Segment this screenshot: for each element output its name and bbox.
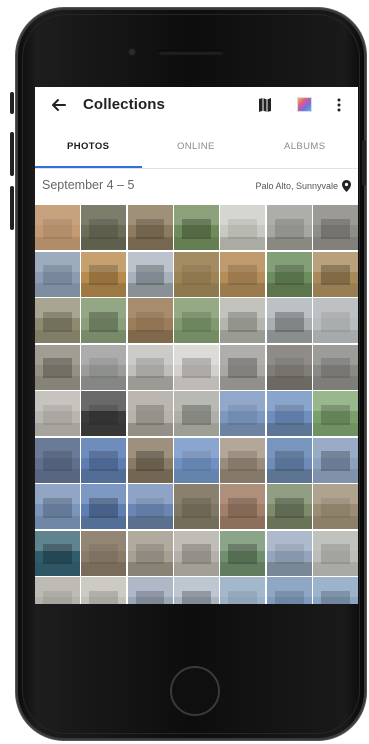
tabs-divider: [35, 168, 358, 169]
photo-thumbnail[interactable]: [266, 298, 312, 343]
location-label: Palo Alto, Sunnyvale: [255, 181, 338, 191]
photo-thumbnail[interactable]: [266, 251, 312, 297]
photo-thumbnail[interactable]: [81, 437, 127, 483]
photo-thumbnail[interactable]: [81, 484, 127, 529]
page-title: Collections: [83, 96, 165, 113]
home-button[interactable]: [170, 666, 220, 716]
app-bar: Collections: [35, 87, 358, 123]
earpiece-speaker: [158, 50, 224, 55]
photo-thumbnail[interactable]: [127, 298, 173, 343]
photo-thumbnail[interactable]: [313, 391, 358, 436]
volume-up-button: [10, 132, 14, 176]
photo-thumbnail[interactable]: [174, 251, 219, 297]
photo-thumbnail[interactable]: [127, 484, 173, 529]
photo-thumbnail[interactable]: [35, 484, 80, 529]
photo-thumbnail[interactable]: [35, 298, 80, 343]
photo-thumbnail[interactable]: [220, 577, 266, 604]
photo-thumbnail[interactable]: [81, 530, 127, 576]
tab-bar: PHOTOS ONLINE ALBUMS: [35, 133, 358, 163]
app-screen: Collections PHOTOS ONLINE ALBUMS Septemb…: [35, 87, 358, 604]
photo-thumbnail[interactable]: [220, 344, 266, 390]
photo-thumbnail[interactable]: [81, 251, 127, 297]
photo-thumbnail[interactable]: [127, 344, 173, 390]
photo-thumbnail[interactable]: [313, 577, 358, 604]
photo-thumbnail[interactable]: [313, 205, 358, 250]
volume-down-button: [10, 186, 14, 230]
photo-thumbnail[interactable]: [127, 205, 173, 250]
collection-header: September 4 – 5 Palo Alto, Sunnyvale: [35, 173, 358, 201]
photo-thumbnail[interactable]: [313, 344, 358, 390]
photo-thumbnail[interactable]: [266, 484, 312, 529]
photo-thumbnail[interactable]: [127, 437, 173, 483]
photo-thumbnail[interactable]: [266, 391, 312, 436]
tab-albums[interactable]: ALBUMS: [284, 141, 325, 152]
photo-thumbnail[interactable]: [220, 251, 266, 297]
photo-thumbnail[interactable]: [313, 251, 358, 297]
photo-thumbnail[interactable]: [127, 251, 173, 297]
tab-photos[interactable]: PHOTOS: [67, 141, 109, 152]
photo-thumbnail[interactable]: [35, 251, 80, 297]
photo-thumbnail[interactable]: [35, 530, 80, 576]
photo-thumbnail[interactable]: [313, 298, 358, 343]
photo-thumbnail[interactable]: [313, 484, 358, 529]
date-range: September 4 – 5: [42, 178, 135, 192]
photo-thumbnail[interactable]: [220, 484, 266, 529]
photo-thumbnail[interactable]: [174, 484, 219, 529]
front-camera: [128, 48, 136, 56]
photo-thumbnail[interactable]: [220, 205, 266, 250]
location-pin-icon: [342, 180, 351, 192]
map-icon[interactable]: [258, 97, 272, 113]
photo-thumbnail[interactable]: [81, 577, 127, 604]
photo-thumbnail[interactable]: [313, 530, 358, 576]
photo-grid: [35, 205, 358, 604]
photo-thumbnail[interactable]: [220, 437, 266, 483]
photo-thumbnail[interactable]: [127, 577, 173, 604]
photo-thumbnail[interactable]: [174, 344, 219, 390]
photo-thumbnail[interactable]: [266, 344, 312, 390]
photo-thumbnail[interactable]: [174, 577, 219, 604]
photo-thumbnail[interactable]: [81, 298, 127, 343]
photo-thumbnail[interactable]: [127, 391, 173, 436]
photo-thumbnail[interactable]: [266, 205, 312, 250]
photo-thumbnail[interactable]: [174, 530, 219, 576]
photo-thumbnail[interactable]: [174, 437, 219, 483]
photo-thumbnail[interactable]: [35, 344, 80, 390]
photo-thumbnail[interactable]: [174, 298, 219, 343]
photo-thumbnail[interactable]: [220, 298, 266, 343]
photo-thumbnail[interactable]: [35, 437, 80, 483]
photo-thumbnail[interactable]: [35, 577, 80, 604]
tab-online[interactable]: ONLINE: [177, 141, 215, 152]
mute-switch: [10, 92, 14, 114]
photo-thumbnail[interactable]: [81, 391, 127, 436]
photo-thumbnail[interactable]: [81, 344, 127, 390]
photo-thumbnail[interactable]: [266, 530, 312, 576]
photo-thumbnail[interactable]: [174, 391, 219, 436]
photo-thumbnail[interactable]: [174, 205, 219, 250]
photo-thumbnail[interactable]: [127, 530, 173, 576]
photo-thumbnail[interactable]: [220, 391, 266, 436]
photo-thumbnail[interactable]: [35, 205, 80, 250]
more-vert-icon[interactable]: [335, 97, 343, 113]
photo-thumbnail[interactable]: [313, 437, 358, 483]
photo-thumbnail[interactable]: [35, 391, 80, 436]
photo-thumbnail[interactable]: [81, 205, 127, 250]
power-button: [362, 140, 366, 186]
photo-thumbnail[interactable]: [220, 530, 266, 576]
back-arrow-icon[interactable]: [49, 95, 69, 115]
photo-thumbnail[interactable]: [266, 437, 312, 483]
color-palette-icon[interactable]: [297, 97, 312, 112]
photo-thumbnail[interactable]: [266, 577, 312, 604]
